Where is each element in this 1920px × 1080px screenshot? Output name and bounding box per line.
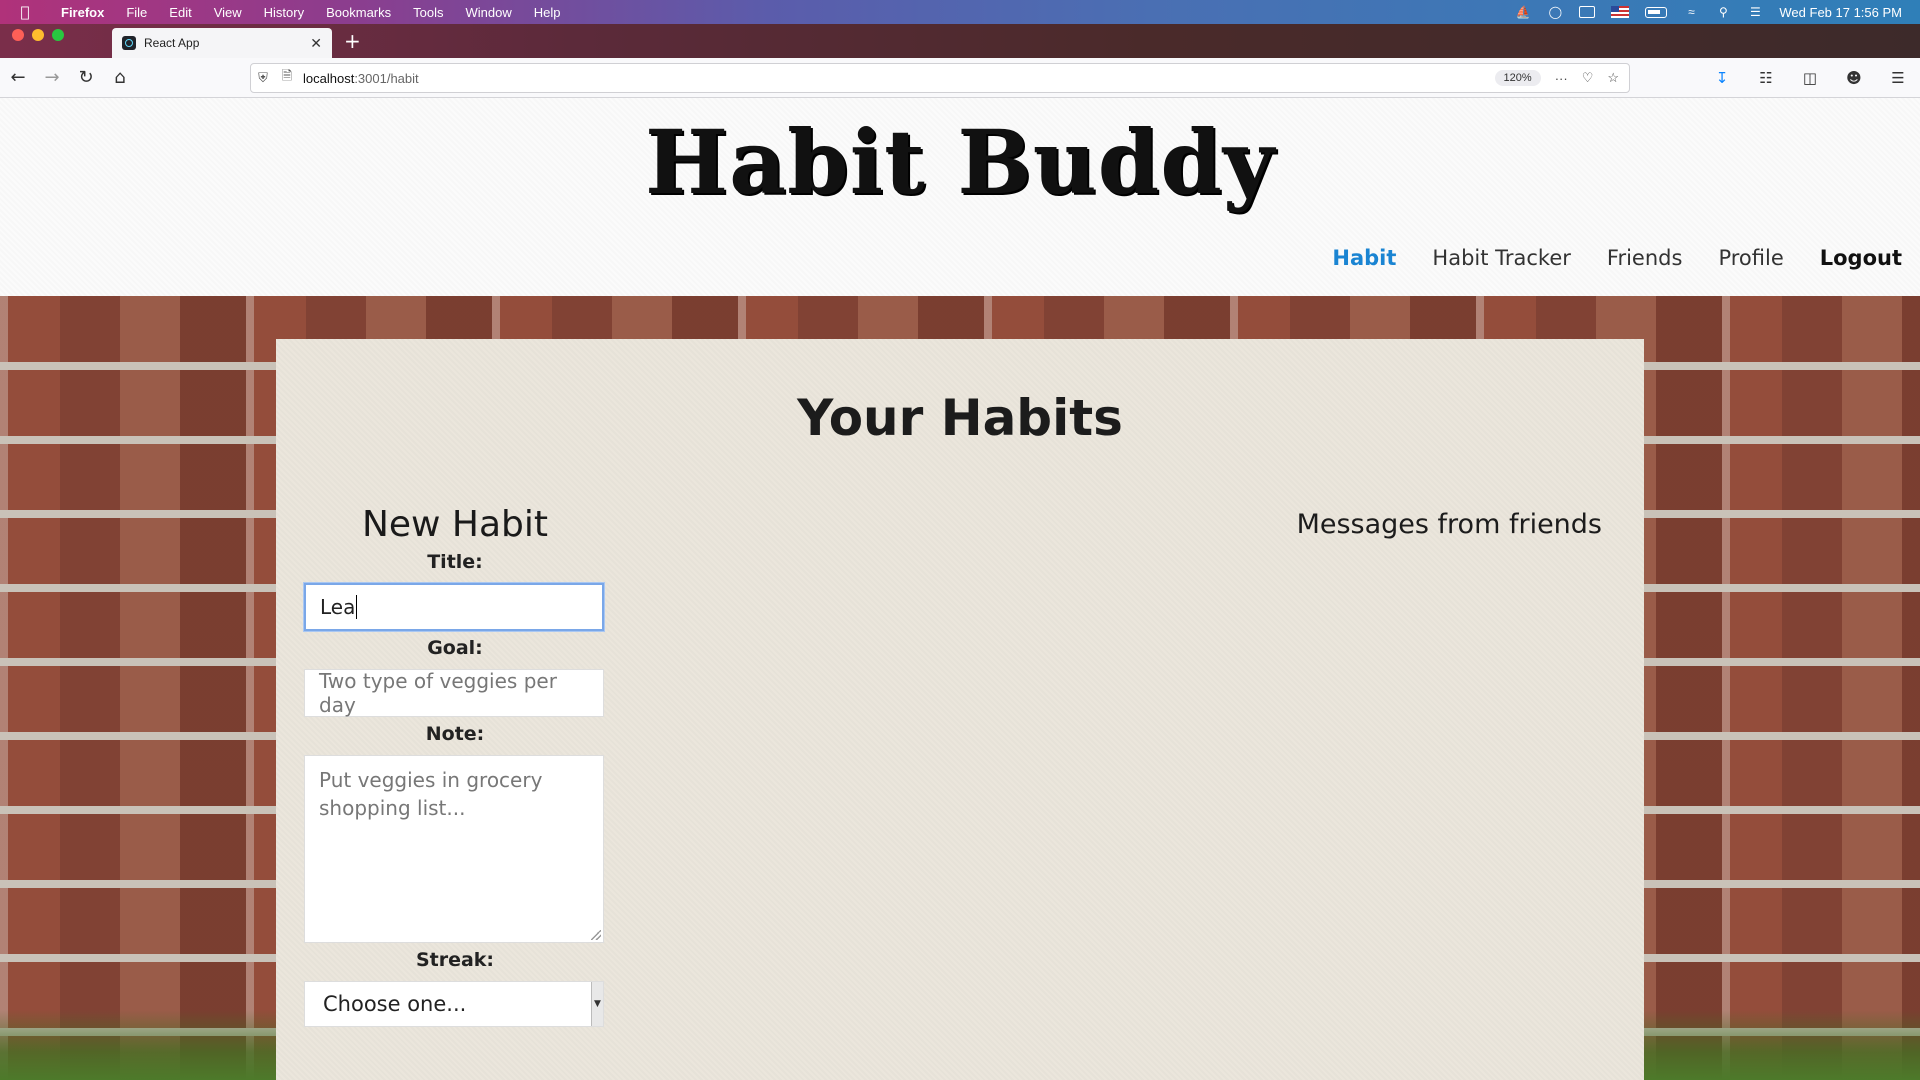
menubar-clock[interactable]: Wed Feb 17 1:56 PM: [1779, 5, 1902, 20]
zoom-window-icon[interactable]: [52, 29, 64, 41]
resize-handle-icon[interactable]: [591, 930, 601, 940]
control-center-icon[interactable]: ☰: [1747, 5, 1763, 19]
site-title: Habit Buddy: [645, 110, 1275, 214]
menu-bookmarks[interactable]: Bookmarks: [315, 5, 402, 20]
menu-tools[interactable]: Tools: [402, 5, 454, 20]
new-habit-heading: New Habit: [361, 504, 549, 545]
title-label: Title:: [427, 551, 483, 573]
back-arrow-icon[interactable]: ←: [2, 62, 34, 94]
tab-title: React App: [144, 36, 200, 50]
password-manager-icon[interactable]: ◯: [1547, 5, 1563, 19]
close-window-icon[interactable]: [12, 29, 24, 41]
display-icon[interactable]: [1579, 5, 1596, 19]
goal-label: Goal:: [427, 637, 483, 659]
streak-label: Streak:: [415, 949, 495, 971]
react-favicon-icon: [122, 36, 136, 50]
new-tab-plus-icon[interactable]: +: [332, 29, 373, 53]
pocket-icon[interactable]: ♡: [1582, 70, 1594, 86]
home-icon[interactable]: ⌂: [104, 62, 136, 94]
messages-heading: Messages from friends: [1296, 509, 1602, 540]
menu-history[interactable]: History: [253, 5, 315, 20]
goal-input[interactable]: Two type of veggies per day: [304, 669, 604, 717]
note-label: Note:: [425, 723, 485, 745]
zoom-level-badge[interactable]: 120%: [1494, 70, 1541, 86]
streak-select[interactable]: Choose one... ▼: [304, 981, 604, 1027]
nav-link-habit-tracker[interactable]: Habit Tracker: [1432, 246, 1571, 270]
title-input-value: Lea: [320, 595, 356, 619]
nav-link-habit[interactable]: Habit: [1332, 246, 1396, 270]
streak-selected-value: Choose one...: [323, 992, 467, 1016]
forward-arrow-icon[interactable]: →: [36, 62, 68, 94]
account-icon[interactable]: ☻: [1838, 62, 1870, 94]
tab-close-icon[interactable]: ✕: [310, 35, 322, 52]
nav-link-profile[interactable]: Profile: [1718, 246, 1783, 270]
reload-icon[interactable]: ↻: [70, 62, 102, 94]
site-navigation: Habit Habit Tracker Friends Profile Logo…: [1332, 246, 1902, 270]
tracking-shield-icon[interactable]: ⛨: [251, 70, 275, 86]
apple-menu-icon[interactable]: : [0, 3, 50, 21]
note-textarea-placeholder: Put veggies in grocery shopping list...: [319, 768, 543, 820]
library-icon[interactable]: ☷: [1750, 62, 1782, 94]
input-source-flag-icon[interactable]: [1611, 6, 1630, 18]
new-habit-form: New Habit Title: Lea Goal: Two type of v…: [304, 504, 606, 1027]
bookmark-star-icon[interactable]: ☆: [1607, 70, 1619, 86]
macos-menubar:  Firefox File Edit View History Bookmar…: [0, 0, 1920, 24]
habits-panel: Your Habits New Habit Title: Lea Goal: T…: [276, 339, 1644, 1080]
minimize-window-icon[interactable]: [32, 29, 44, 41]
text-caret: [356, 595, 358, 619]
nav-link-logout[interactable]: Logout: [1820, 246, 1902, 270]
docker-icon[interactable]: ⛵: [1515, 5, 1531, 19]
window-controls: [0, 29, 78, 53]
menu-file[interactable]: File: [115, 5, 158, 20]
browser-toolbar: ← → ↻ ⌂ ⛨ 🗎 localhost:3001/habit 120% ··…: [0, 58, 1920, 98]
url-text[interactable]: localhost:3001/habit: [303, 71, 419, 86]
spotlight-search-icon[interactable]: ⚲: [1715, 5, 1731, 19]
page-actions-ellipsis-icon[interactable]: ···: [1555, 71, 1568, 86]
wifi-icon[interactable]: ≈: [1683, 5, 1699, 19]
menu-edit[interactable]: Edit: [158, 5, 202, 20]
site-header: Habit Buddy Habit Habit Tracker Friends …: [0, 98, 1920, 296]
address-bar[interactable]: ⛨ 🗎 localhost:3001/habit 120% ··· ♡ ☆: [250, 63, 1630, 93]
browser-tab[interactable]: React App ✕: [112, 28, 332, 58]
nav-link-friends[interactable]: Friends: [1607, 246, 1683, 270]
browser-tab-strip: React App ✕ +: [0, 24, 1920, 58]
menu-app-name[interactable]: Firefox: [50, 5, 115, 20]
sidebar-icon[interactable]: ◫: [1794, 62, 1826, 94]
battery-icon[interactable]: [1645, 6, 1668, 18]
menu-window[interactable]: Window: [455, 5, 523, 20]
note-textarea[interactable]: Put veggies in grocery shopping list...: [304, 755, 604, 943]
title-input[interactable]: Lea: [304, 583, 604, 631]
chevron-down-icon[interactable]: ▼: [591, 982, 603, 1026]
downloads-icon[interactable]: ↧: [1706, 62, 1738, 94]
menu-help[interactable]: Help: [523, 5, 572, 20]
menu-view[interactable]: View: [203, 5, 253, 20]
page-info-icon[interactable]: 🗎: [275, 67, 299, 89]
app-menu-icon[interactable]: ☰: [1882, 62, 1914, 94]
web-page: Habit Buddy Habit Habit Tracker Friends …: [0, 98, 1920, 1080]
page-title: Your Habits: [797, 389, 1123, 447]
goal-input-placeholder: Two type of veggies per day: [319, 669, 557, 717]
